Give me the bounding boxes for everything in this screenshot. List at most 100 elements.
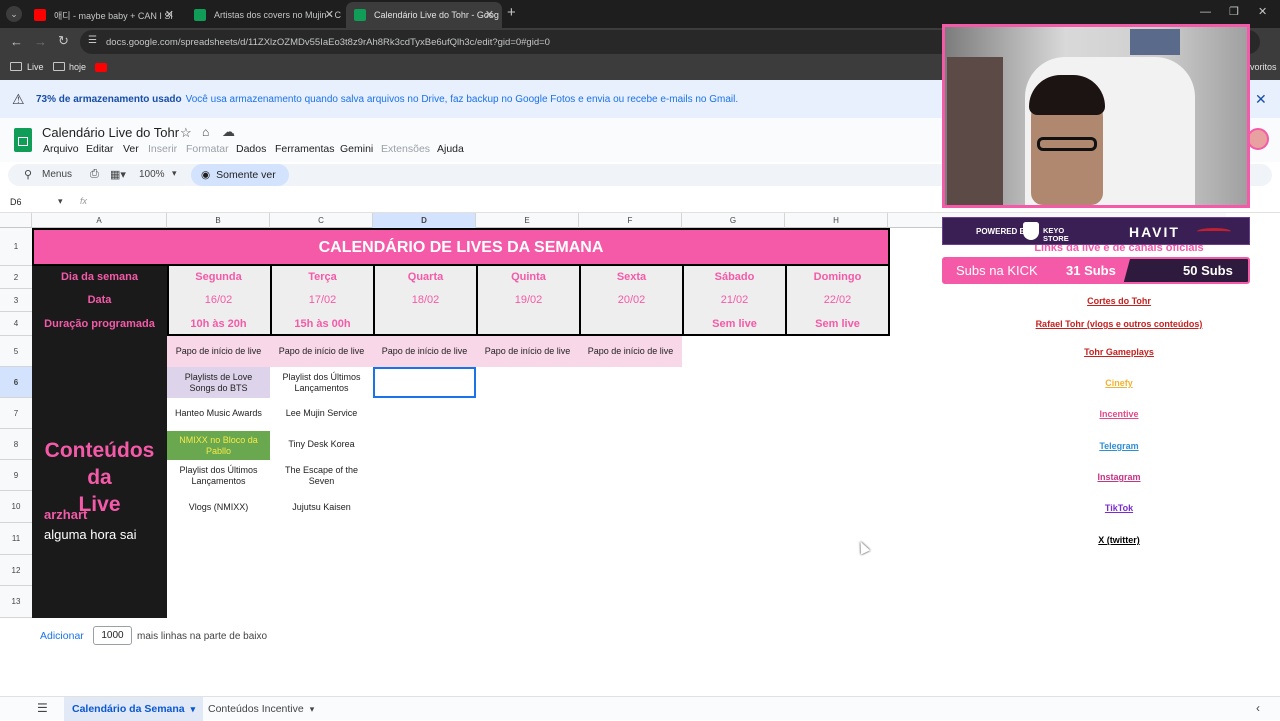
- column-header-d[interactable]: D: [373, 213, 476, 228]
- browser-tab-artistas[interactable]: Artistas dos covers no Mujin - C ✕: [186, 2, 342, 28]
- chevron-down-icon[interactable]: ▾: [58, 196, 63, 207]
- sheet-tab-conteudos[interactable]: Conteúdos Incentive ▾: [200, 697, 322, 721]
- row-header-9[interactable]: 9: [0, 460, 32, 491]
- content-segunda-3[interactable]: NMIXX no Bloco da Pabllo: [167, 431, 270, 460]
- add-rows-button[interactable]: Adicionar: [40, 630, 84, 642]
- content-terca-2[interactable]: Lee Mujin Service: [270, 398, 373, 429]
- row-label-duration[interactable]: Duração programada: [32, 312, 167, 336]
- day-duration-quinta[interactable]: [476, 312, 579, 336]
- content-terca-4[interactable]: The Escape of the Seven: [270, 460, 373, 491]
- column-header-c[interactable]: C: [270, 213, 373, 228]
- day-name-quarta[interactable]: Quarta: [373, 266, 476, 289]
- content-terca-3[interactable]: Tiny Desk Korea: [270, 429, 373, 460]
- link-cinefy[interactable]: Cinefy: [1010, 378, 1228, 388]
- content-segunda-5[interactable]: Vlogs (NMIXX): [167, 491, 270, 523]
- content-segunda-1[interactable]: Playlists de Love Songs do BTS: [167, 367, 270, 398]
- day-name-sabado[interactable]: Sábado: [682, 266, 785, 289]
- day-name-terca[interactable]: Terça: [270, 266, 373, 289]
- day-date-domingo[interactable]: 22/02: [785, 289, 888, 312]
- papo-cell-quinta[interactable]: Papo de início de live: [476, 336, 579, 367]
- row-header-11[interactable]: 11: [0, 523, 32, 555]
- chevron-down-icon[interactable]: ▾: [191, 704, 196, 715]
- content-segunda-2[interactable]: Hanteo Music Awards: [167, 398, 270, 429]
- day-date-quinta[interactable]: 19/02: [476, 289, 579, 312]
- day-date-terca[interactable]: 17/02: [270, 289, 373, 312]
- day-name-segunda[interactable]: Segunda: [167, 266, 270, 289]
- day-date-sexta[interactable]: 20/02: [579, 289, 682, 312]
- row-label-date[interactable]: Data: [32, 289, 167, 312]
- link-gameplays[interactable]: Tohr Gameplays: [1010, 347, 1228, 357]
- reload-icon[interactable]: ↻: [58, 33, 69, 49]
- youtube-icon[interactable]: [95, 63, 107, 72]
- chevron-down-icon[interactable]: ▾: [172, 168, 177, 179]
- content-terca-5[interactable]: Jujutsu Kaisen: [270, 491, 373, 523]
- day-duration-terca[interactable]: 15h às 00h: [270, 312, 373, 336]
- column-header-b[interactable]: B: [167, 213, 270, 228]
- row-header-1[interactable]: 1: [0, 228, 32, 266]
- row-header-4[interactable]: 4: [0, 312, 32, 336]
- papo-cell-terca[interactable]: Papo de início de live: [270, 336, 373, 367]
- papo-cell-quarta[interactable]: Papo de início de live: [373, 336, 476, 367]
- close-icon[interactable]: ✕: [1255, 91, 1267, 108]
- row-header-8[interactable]: 8: [0, 429, 32, 460]
- close-window-button[interactable]: ✕: [1258, 5, 1267, 18]
- calendar-title[interactable]: CALENDÁRIO DE LIVES DA SEMANA: [32, 228, 890, 266]
- row-header-5[interactable]: 5: [0, 336, 32, 367]
- close-icon[interactable]: ✕: [165, 8, 174, 21]
- day-duration-sexta[interactable]: [579, 312, 682, 336]
- menu-editar[interactable]: Editar: [86, 143, 113, 155]
- zoom-select[interactable]: 100%: [139, 169, 165, 180]
- link-cortes[interactable]: Cortes do Tohr: [1010, 296, 1228, 306]
- day-duration-quarta[interactable]: [373, 312, 476, 336]
- menu-ferramentas[interactable]: Ferramentas: [275, 143, 335, 155]
- row-header-12[interactable]: 12: [0, 555, 32, 586]
- link-rafael-tohr[interactable]: Rafael Tohr (vlogs e outros conteúdos): [1010, 319, 1228, 329]
- link-instagram[interactable]: Instagram: [1010, 472, 1228, 482]
- print-icon[interactable]: ⎙: [90, 168, 99, 181]
- menu-ver[interactable]: Ver: [123, 143, 139, 155]
- menu-ajuda[interactable]: Ajuda: [437, 143, 464, 155]
- row-header-7[interactable]: 7: [0, 398, 32, 429]
- restore-button[interactable]: ❐: [1229, 5, 1239, 18]
- link-x-twitter[interactable]: X (twitter): [1010, 535, 1228, 545]
- day-name-sexta[interactable]: Sexta: [579, 266, 682, 289]
- account-avatar[interactable]: [1247, 128, 1269, 150]
- site-info-icon[interactable]: ☰: [88, 35, 97, 46]
- cloud-status-icon[interactable]: ☁: [222, 124, 235, 140]
- day-date-sabado[interactable]: 21/02: [682, 289, 785, 312]
- content-segunda-4[interactable]: Playlist dos Últimos Lançamentos: [167, 460, 270, 491]
- browser-tab-youtube[interactable]: 애디 - maybe baby + CAN I SI ✕: [26, 2, 182, 28]
- column-header-e[interactable]: E: [476, 213, 579, 228]
- document-title[interactable]: Calendário Live do Tohr: [42, 125, 179, 140]
- row-header-2[interactable]: 2: [0, 266, 32, 289]
- contents-title[interactable]: Conteúdos da Live: [32, 437, 167, 518]
- menu-gemini[interactable]: Gemini: [340, 143, 373, 155]
- selected-cell-d6[interactable]: [373, 367, 476, 398]
- day-name-domingo[interactable]: Domingo: [785, 266, 888, 289]
- column-header-g[interactable]: G: [682, 213, 785, 228]
- browser-tab-calendario[interactable]: Calendário Live do Tohr - Goog ✕: [346, 2, 502, 28]
- tab-search-button[interactable]: ⌄: [6, 6, 22, 22]
- bookmark-favorites[interactable]: voritos: [1250, 62, 1277, 72]
- column-header-a[interactable]: A: [32, 213, 167, 228]
- day-duration-domingo[interactable]: Sem live: [785, 312, 888, 336]
- link-tiktok[interactable]: TikTok: [1010, 503, 1228, 513]
- add-rows-count-input[interactable]: 1000: [93, 626, 132, 645]
- menu-search-input[interactable]: Menus: [42, 169, 72, 180]
- column-header-f[interactable]: F: [579, 213, 682, 228]
- star-icon[interactable]: ☆: [180, 125, 192, 141]
- row-header-6[interactable]: 6: [0, 367, 32, 398]
- minimize-button[interactable]: —: [1200, 6, 1211, 18]
- forward-icon[interactable]: →: [34, 34, 47, 49]
- bookmark-live[interactable]: Live: [27, 62, 44, 72]
- search-icon[interactable]: ⚲: [24, 168, 32, 181]
- close-icon[interactable]: ✕: [325, 8, 334, 21]
- collapse-panel-icon[interactable]: ‹: [1256, 701, 1260, 715]
- chevron-down-icon[interactable]: ▾: [310, 704, 315, 715]
- view-only-button[interactable]: ◉ Somente ver: [191, 164, 289, 186]
- row-header-13[interactable]: 13: [0, 586, 32, 618]
- row-header-10[interactable]: 10: [0, 491, 32, 523]
- day-date-quarta[interactable]: 18/02: [373, 289, 476, 312]
- link-incentive[interactable]: Incentive: [1010, 409, 1228, 419]
- link-telegram[interactable]: Telegram: [1010, 441, 1228, 451]
